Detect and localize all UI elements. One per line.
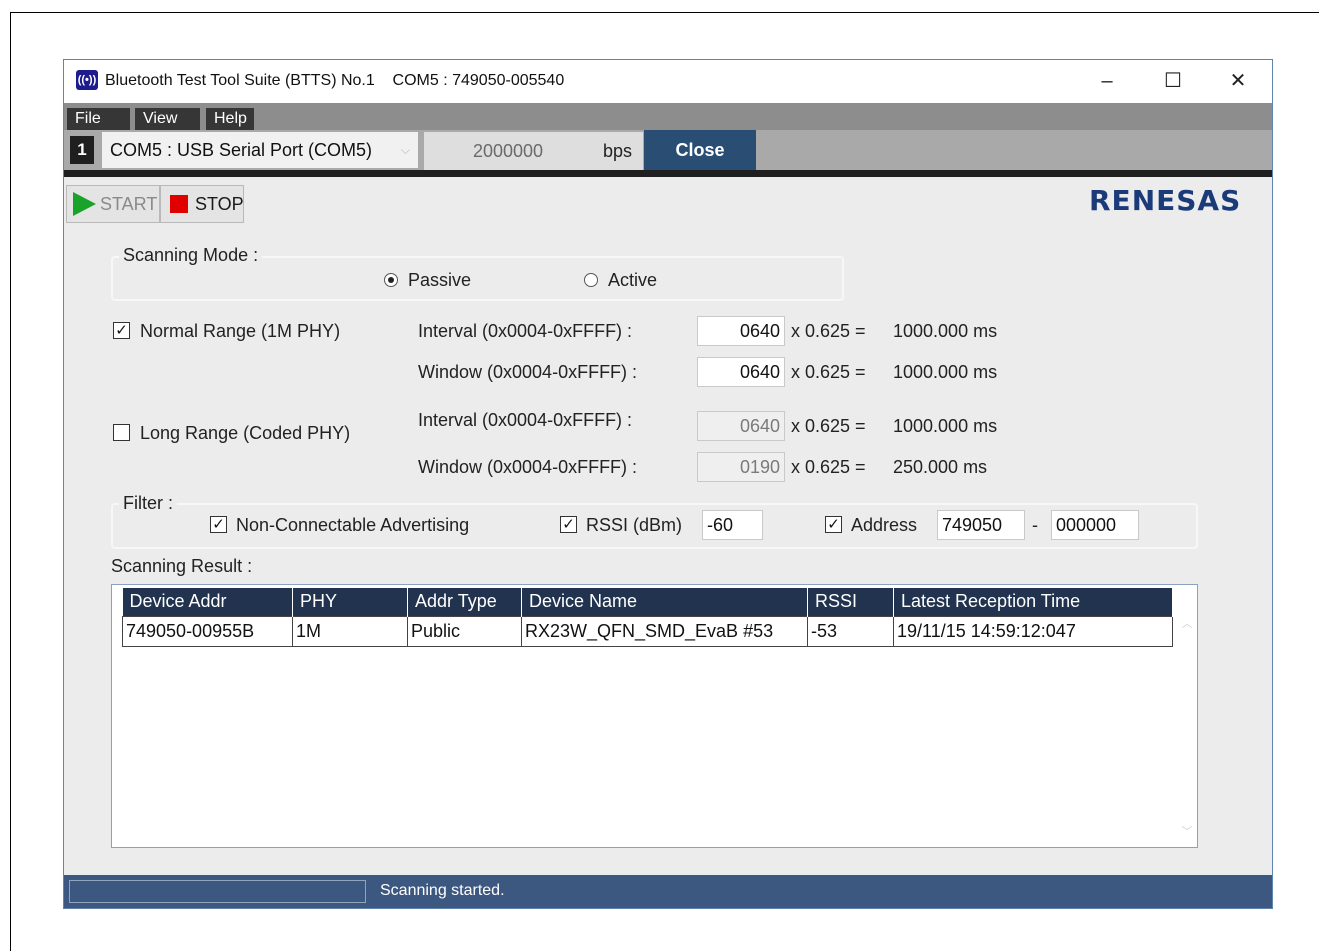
address-label: Address	[851, 515, 918, 535]
maximize-button[interactable]: ☐	[1150, 66, 1196, 96]
cell-device-name: RX23W_QFN_SMD_EvaB #53	[521, 615, 808, 647]
long-interval-multiplier: x 0.625 =	[791, 416, 866, 436]
close-window-button[interactable]: ✕	[1215, 66, 1261, 96]
long-window-input[interactable]: 0190	[697, 452, 785, 482]
start-button[interactable]: START	[66, 185, 160, 223]
normal-range-checkbox[interactable]: ✓	[113, 322, 130, 339]
normal-interval-multiplier: x 0.625 =	[791, 321, 866, 341]
baud-unit-label: bps	[592, 132, 643, 170]
cell-rssi: -53	[807, 615, 894, 647]
col-addr-type[interactable]: Addr Type	[407, 588, 522, 616]
radio-active-label: Active	[608, 270, 658, 290]
cell-addr-type: Public	[407, 615, 522, 647]
normal-interval-result: 1000.000 ms	[893, 321, 998, 341]
normal-window-input[interactable]: 0640	[697, 357, 785, 387]
col-device-name[interactable]: Device Name	[521, 588, 808, 616]
title-bar: ((•)) Bluetooth Test Tool Suite (BTTS) N…	[64, 60, 1272, 103]
radio-passive[interactable]	[384, 273, 398, 287]
long-interval-input[interactable]: 0640	[697, 411, 785, 441]
col-rssi[interactable]: RSSI	[807, 588, 894, 616]
cell-phy: 1M	[292, 615, 408, 647]
play-icon	[73, 192, 96, 216]
scanning-result-table-container[interactable]: Device Addr PHY Addr Type Device Name RS…	[111, 584, 1198, 848]
scanning-result-table: Device Addr PHY Addr Type Device Name RS…	[122, 588, 1173, 647]
stop-label: STOP	[195, 194, 244, 214]
port-number: 1	[70, 136, 94, 164]
menu-bar: File View Help	[64, 103, 1272, 130]
window-title: Bluetooth Test Tool Suite (BTTS) No.1 CO…	[105, 72, 565, 89]
minimize-button[interactable]: –	[1084, 66, 1130, 96]
chevron-down-icon: ⌵	[400, 143, 410, 157]
renesas-logo: RENESAS	[1089, 184, 1242, 217]
long-range-checkbox[interactable]	[113, 424, 130, 441]
app-window: ((•)) Bluetooth Test Tool Suite (BTTS) N…	[63, 59, 1273, 909]
status-text: Scanning started.	[380, 882, 505, 899]
long-window-label: Window (0x0004-0xFFFF) :	[418, 457, 638, 477]
col-device-addr[interactable]: Device Addr	[122, 588, 293, 616]
normal-window-multiplier: x 0.625 =	[791, 362, 866, 382]
menu-help[interactable]: Help	[206, 108, 254, 130]
non-connectable-label: Non-Connectable Advertising	[236, 515, 470, 535]
scanning-result-label: Scanning Result :	[111, 556, 253, 576]
menu-view[interactable]: View	[135, 108, 200, 130]
menu-file[interactable]: File	[67, 108, 130, 130]
bluetooth-app-icon: ((•))	[76, 70, 98, 90]
col-latest-reception-time[interactable]: Latest Reception Time	[893, 588, 1173, 616]
normal-interval-input[interactable]: 0640	[697, 316, 785, 346]
long-window-result: 250.000 ms	[893, 457, 988, 477]
baud-rate-field[interactable]: 2000000	[424, 132, 592, 170]
address-input-part1[interactable]: 749050	[937, 510, 1025, 540]
port-bar: 1 COM5 : USB Serial Port (COM5) ⌵ 200000…	[64, 130, 1272, 177]
scroll-down-icon[interactable]: ﹀	[1179, 823, 1195, 839]
progress-bar	[69, 880, 366, 903]
long-range-label: Long Range (Coded PHY)	[140, 423, 351, 443]
long-interval-label: Interval (0x0004-0xFFFF) :	[418, 410, 633, 430]
rssi-input[interactable]: -60	[702, 510, 763, 540]
address-separator: -	[1032, 515, 1038, 535]
radio-active[interactable]	[584, 273, 598, 287]
normal-window-label: Window (0x0004-0xFFFF) :	[418, 362, 638, 382]
rssi-checkbox[interactable]: ✓	[560, 516, 577, 533]
scanning-mode-label: Scanning Mode :	[119, 245, 263, 266]
normal-window-result: 1000.000 ms	[893, 362, 998, 382]
radio-passive-label: Passive	[408, 270, 472, 290]
stop-button[interactable]: STOP	[160, 185, 244, 223]
address-checkbox[interactable]: ✓	[825, 516, 842, 533]
table-header-row: Device Addr PHY Addr Type Device Name RS…	[122, 588, 1173, 616]
cell-latest-reception-time: 19/11/15 14:59:12:047	[893, 615, 1173, 647]
stop-icon	[170, 195, 188, 213]
com-port-select[interactable]: COM5 : USB Serial Port (COM5) ⌵	[102, 132, 418, 168]
start-label: START	[100, 194, 158, 214]
normal-range-label: Normal Range (1M PHY)	[140, 321, 341, 341]
address-input-part2[interactable]: 000000	[1051, 510, 1139, 540]
com-port-value: COM5 : USB Serial Port (COM5)	[110, 140, 373, 160]
col-phy[interactable]: PHY	[292, 588, 408, 616]
non-connectable-checkbox[interactable]: ✓	[210, 516, 227, 533]
table-row[interactable]: 749050-00955B 1M Public RX23W_QFN_SMD_Ev…	[122, 615, 1173, 647]
rssi-label: RSSI (dBm)	[586, 515, 683, 535]
long-interval-result: 1000.000 ms	[893, 416, 998, 436]
cell-device-addr: 749050-00955B	[122, 615, 293, 647]
close-port-button[interactable]: Close	[644, 130, 756, 170]
status-bar: Scanning started.	[64, 875, 1272, 908]
scroll-up-icon[interactable]: ︿	[1179, 615, 1195, 631]
long-window-multiplier: x 0.625 =	[791, 457, 866, 477]
normal-interval-label: Interval (0x0004-0xFFFF) :	[418, 321, 633, 341]
filter-label: Filter :	[119, 493, 178, 514]
